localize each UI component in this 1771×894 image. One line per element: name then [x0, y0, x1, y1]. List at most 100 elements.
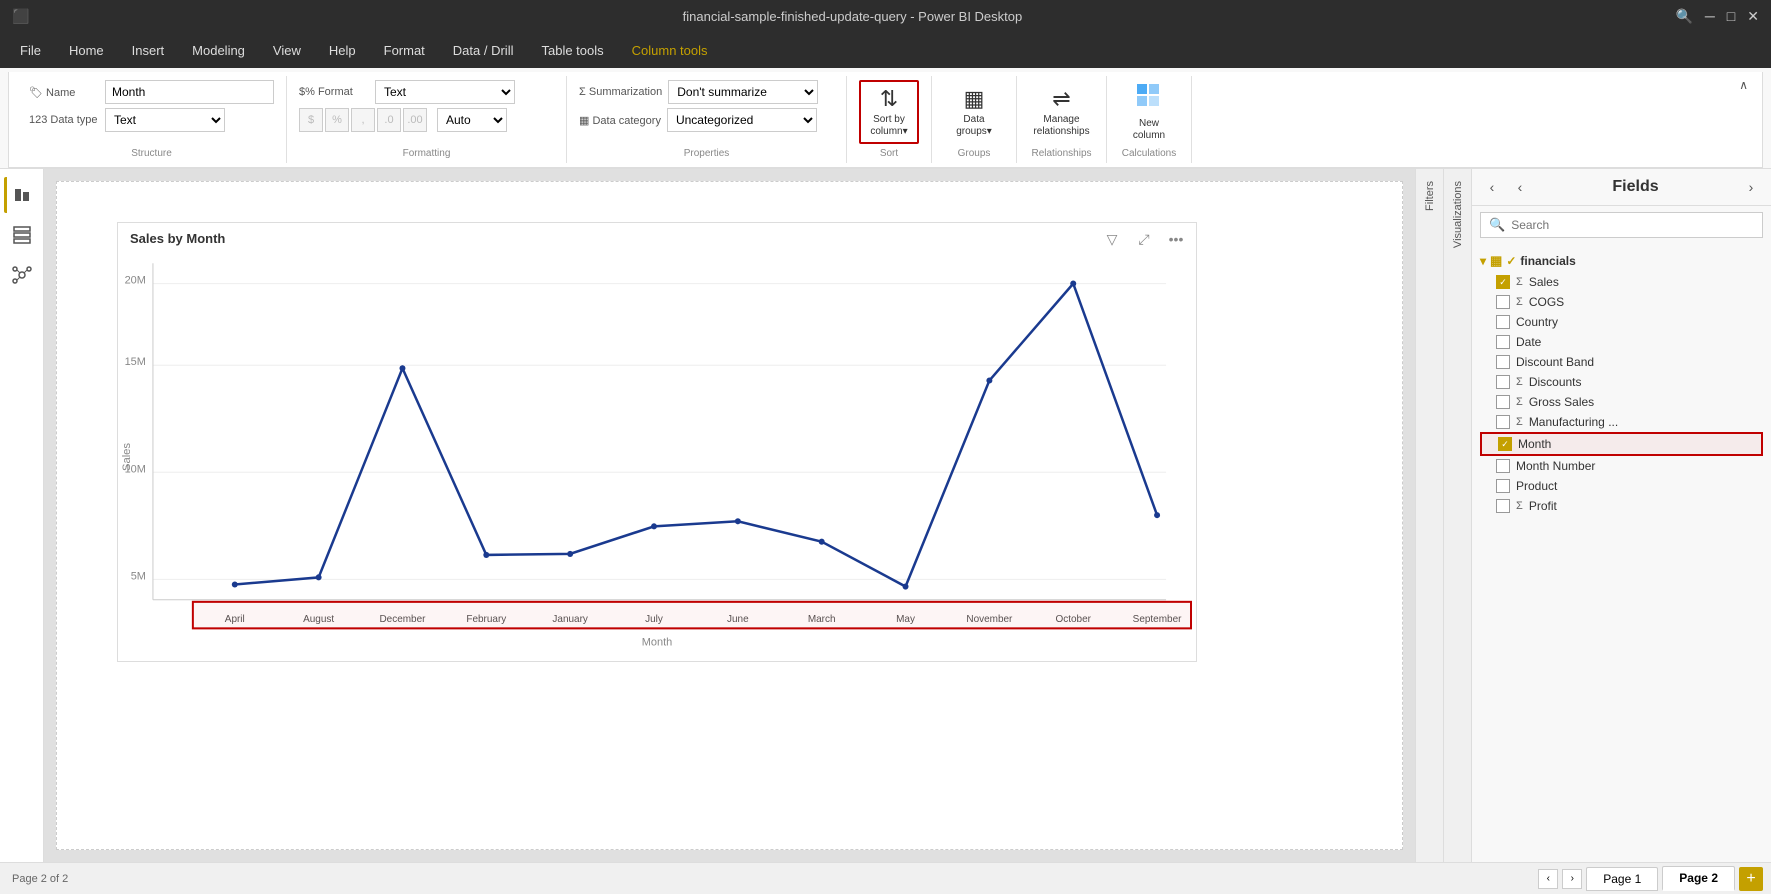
- manage-relationships-button[interactable]: ⇌ Managerelationships: [1032, 80, 1092, 144]
- new-column-button[interactable]: Newcolumn: [1119, 80, 1179, 144]
- page-prev-button[interactable]: ‹: [1538, 869, 1558, 889]
- field-name-discount-band: Discount Band: [1516, 355, 1594, 369]
- field-item-product[interactable]: Product: [1480, 476, 1763, 496]
- sort-by-column-button[interactable]: ⇅ Sort bycolumn▾: [859, 80, 919, 144]
- menu-help[interactable]: Help: [317, 39, 368, 62]
- field-item-month-number[interactable]: Month Number: [1480, 456, 1763, 476]
- chart-body: 20M 15M 10M 5M Sales: [118, 253, 1196, 661]
- dec-dec-button[interactable]: .00: [403, 108, 427, 132]
- field-name-cogs: COGS: [1529, 295, 1564, 309]
- menu-column-tools[interactable]: Column tools: [620, 39, 720, 62]
- ribbon-collapse-button[interactable]: ∧: [1733, 76, 1754, 163]
- field-item-country[interactable]: Country: [1480, 312, 1763, 332]
- field-checkbox-country[interactable]: [1496, 315, 1510, 329]
- name-row: 🏷 Name: [29, 80, 274, 104]
- panel-forward-button[interactable]: ‹: [1508, 175, 1532, 199]
- field-checkbox-profit[interactable]: [1496, 499, 1510, 513]
- field-checkbox-date[interactable]: [1496, 335, 1510, 349]
- summarization-select[interactable]: Don't summarize Sum Average: [668, 80, 818, 104]
- svg-text:15M: 15M: [125, 356, 146, 368]
- minimize-button[interactable]: ─: [1705, 8, 1715, 25]
- focus-icon[interactable]: ⤢: [1132, 227, 1156, 251]
- menu-bar: File Home Insert Modeling View Help Form…: [0, 32, 1771, 68]
- menu-view[interactable]: View: [261, 39, 313, 62]
- sidebar-report-icon[interactable]: [4, 177, 40, 213]
- add-page-button[interactable]: +: [1739, 867, 1763, 891]
- ribbon-group-structure: 🏷 Name 123 Data type Text Number Date St…: [17, 76, 287, 163]
- menu-format[interactable]: Format: [372, 39, 437, 62]
- name-label: 🏷 Name: [29, 86, 99, 99]
- fields-list: ▾ ▦ ✓ financials ✓ Σ Sales Σ COGS: [1472, 244, 1771, 862]
- ribbon-group-sort: ⇅ Sort bycolumn▾ Sort: [847, 76, 932, 163]
- field-checkbox-sales[interactable]: ✓: [1496, 275, 1510, 289]
- datacategory-select[interactable]: Uncategorized Address City: [667, 108, 817, 132]
- field-checkbox-manufacturing[interactable]: [1496, 415, 1510, 429]
- field-item-sales[interactable]: ✓ Σ Sales: [1480, 272, 1763, 292]
- filter-icon[interactable]: ▽: [1100, 227, 1124, 251]
- dec-inc-button[interactable]: .0: [377, 108, 401, 132]
- page-tab-2[interactable]: Page 2: [1662, 866, 1735, 891]
- page-tab-1[interactable]: Page 1: [1586, 867, 1658, 891]
- datatype-select[interactable]: Text Number Date: [105, 108, 225, 132]
- field-item-discounts[interactable]: Σ Discounts: [1480, 372, 1763, 392]
- menu-file[interactable]: File: [8, 39, 53, 62]
- comma-button[interactable]: ,: [351, 108, 375, 132]
- field-item-gross-sales[interactable]: Σ Gross Sales: [1480, 392, 1763, 412]
- new-column-label: Newcolumn: [1133, 118, 1165, 142]
- relationships-group-label: Relationships: [1029, 144, 1094, 159]
- field-checkbox-cogs[interactable]: [1496, 295, 1510, 309]
- field-item-date[interactable]: Date: [1480, 332, 1763, 352]
- field-item-manufacturing[interactable]: Σ Manufacturing ...: [1480, 412, 1763, 432]
- percent-button[interactable]: %: [325, 108, 349, 132]
- properties-controls: Σ Summarization Don't summarize Sum Aver…: [579, 80, 818, 144]
- format-buttons-row: $ % , .0 .00 Auto: [299, 108, 515, 132]
- chart-visual[interactable]: ▽ ⤢ ••• Sales by Month 20M 15M 10M 5M: [117, 222, 1197, 662]
- svg-text:5M: 5M: [131, 570, 146, 582]
- maximize-button[interactable]: □: [1727, 8, 1735, 25]
- field-group-header-financials[interactable]: ▾ ▦ ✓ financials: [1480, 250, 1763, 272]
- sigma-icon-manufacturing: Σ: [1516, 416, 1523, 428]
- panel-expand-button[interactable]: ›: [1739, 175, 1763, 199]
- more-options-icon[interactable]: •••: [1164, 227, 1188, 251]
- menu-insert[interactable]: Insert: [120, 39, 177, 62]
- page-next-button[interactable]: ›: [1562, 869, 1582, 889]
- menu-modeling[interactable]: Modeling: [180, 39, 257, 62]
- field-checkbox-month-number[interactable]: [1496, 459, 1510, 473]
- format-label: $% Format: [299, 86, 369, 98]
- menu-data-drill[interactable]: Data / Drill: [441, 39, 526, 62]
- field-name-month-number: Month Number: [1516, 459, 1595, 473]
- panel-back-button[interactable]: ‹: [1480, 175, 1504, 199]
- data-groups-button[interactable]: ▦ Datagroups▾: [944, 80, 1004, 144]
- field-checkbox-discounts[interactable]: [1496, 375, 1510, 389]
- table-icon: ▦: [1490, 253, 1502, 269]
- filters-tab[interactable]: Filters: [1418, 169, 1442, 223]
- field-item-month[interactable]: ✓ Month: [1480, 432, 1763, 456]
- ribbon-group-relationships: ⇌ Managerelationships Relationships: [1017, 76, 1107, 163]
- menu-home[interactable]: Home: [57, 39, 116, 62]
- search-titlebar-icon[interactable]: 🔍: [1675, 8, 1692, 25]
- format-select[interactable]: Text Number: [375, 80, 515, 104]
- visualizations-panel: Visualizations: [1443, 169, 1471, 862]
- field-checkbox-gross-sales[interactable]: [1496, 395, 1510, 409]
- field-checkbox-product[interactable]: [1496, 479, 1510, 493]
- page-counter-left: Page 2 of 2: [12, 873, 68, 885]
- name-input[interactable]: [105, 80, 274, 104]
- field-item-cogs[interactable]: Σ COGS: [1480, 292, 1763, 312]
- auto-select[interactable]: Auto: [437, 108, 507, 132]
- window-controls: 🔍 ─ □ ✕: [1675, 8, 1759, 25]
- field-item-discount-band[interactable]: Discount Band: [1480, 352, 1763, 372]
- field-item-profit[interactable]: Σ Profit: [1480, 496, 1763, 516]
- close-button[interactable]: ✕: [1747, 8, 1759, 25]
- title-bar-left: ⬛: [12, 8, 29, 25]
- visualizations-tab[interactable]: Visualizations: [1446, 169, 1470, 260]
- fields-search-input[interactable]: [1511, 218, 1754, 232]
- sidebar-data-icon[interactable]: [4, 217, 40, 253]
- fields-panel: ‹ ‹ Fields › 🔍 ▾ ▦ ✓ financials ✓ Σ: [1471, 169, 1771, 862]
- field-checkbox-month[interactable]: ✓: [1498, 437, 1512, 451]
- ribbon: 🏷 Name 123 Data type Text Number Date St…: [0, 68, 1771, 169]
- menu-table-tools[interactable]: Table tools: [529, 39, 615, 62]
- field-checkbox-discount-band[interactable]: [1496, 355, 1510, 369]
- sidebar-model-icon[interactable]: [4, 257, 40, 293]
- svg-text:20M: 20M: [125, 275, 146, 287]
- dollar-button[interactable]: $: [299, 108, 323, 132]
